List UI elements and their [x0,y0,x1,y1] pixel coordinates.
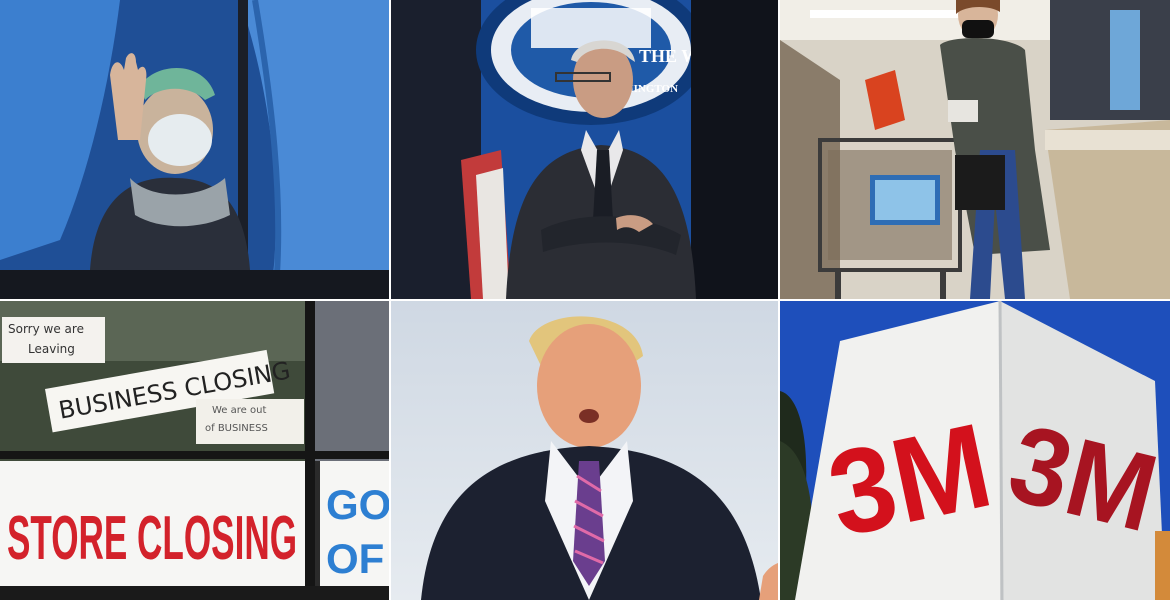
banner-side-line1: GO [326,481,389,528]
sign-out-line1: We are out [212,405,266,416]
photo-collage: THE WHITE HOU ASHINGTON [0,0,1170,600]
photo-man-in-suit [391,301,778,600]
photo-3m-sign: 3M 3M [780,301,1170,600]
banner-store-closing-text: STORE CLOSING [7,504,297,573]
photo-store-closing: Sorry we are Leaving BUSINESS CLOSING We… [0,301,389,600]
sign-sorry-line1: Sorry we are [8,322,84,336]
sign-sorry-line2: Leaving [28,342,75,356]
photo-press-briefing: THE WHITE HOU ASHINGTON [391,0,778,299]
sign-out-line2: of BUSINESS [205,423,268,434]
photo-grocery-shopper [780,0,1170,299]
photo-masked-person-window [0,0,389,299]
banner-side-line2: OF [326,535,384,582]
